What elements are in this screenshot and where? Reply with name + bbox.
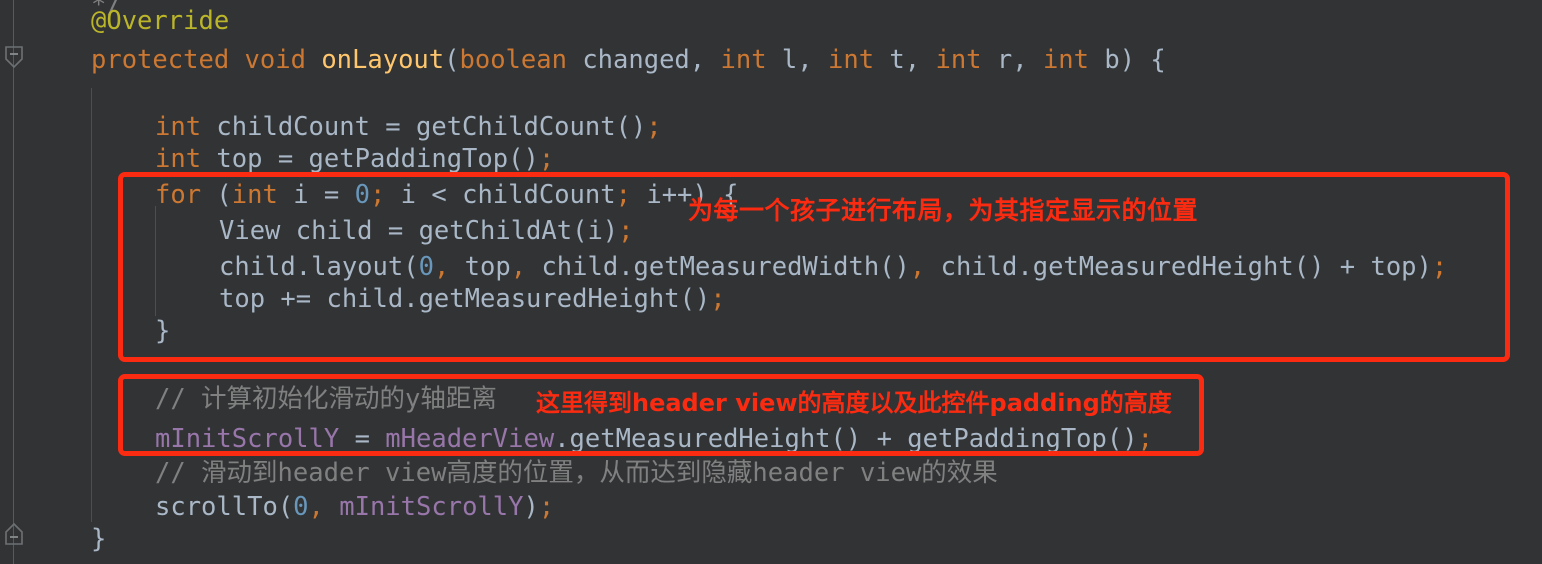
code-token: scrollTo( — [155, 492, 294, 522]
code-token: b) { — [1089, 45, 1166, 75]
code-line[interactable]: mInitScrollY = mHeaderView.getMeasuredHe… — [0, 421, 1153, 458]
code-token: // 计算初始化滑动的y轴距离 — [155, 384, 497, 414]
code-token: , — [308, 492, 324, 522]
code-token: mInitScrollY — [339, 492, 524, 522]
code-token: } — [91, 524, 107, 554]
code-token: , — [909, 252, 926, 282]
annotation-note-header-height: 这里得到header view的高度以及此控件padding的高度 — [536, 389, 1172, 417]
code-token: mInitScrollY — [155, 424, 340, 454]
fold-marker-collapse-bottom[interactable] — [3, 521, 25, 547]
gutter-vertical-rule — [13, 0, 14, 564]
code-line[interactable]: @Override — [0, 3, 229, 40]
code-token: // 滑动到header view高度的位置，从而达到隐藏header view… — [155, 458, 998, 488]
code-token: l, — [766, 45, 828, 75]
code-token: void — [244, 45, 306, 75]
indent-guide-for-body — [155, 206, 156, 316]
code-token: top += child.getMeasuredHeight() — [219, 284, 711, 314]
code-token: top = getPaddingTop() — [201, 144, 539, 174]
code-token: changed, — [566, 45, 721, 75]
code-line[interactable]: // 滑动到header view高度的位置，从而达到隐藏header view… — [0, 455, 998, 492]
code-token: .getMeasuredHeight() + getPaddingTop() — [554, 424, 1138, 454]
code-token: for — [155, 180, 202, 210]
code-token: 0 — [418, 252, 434, 282]
code-token: int — [155, 112, 202, 142]
code-token: ; — [538, 144, 555, 174]
code-token: ( — [444, 45, 460, 75]
fold-marker-collapse-top[interactable] — [3, 44, 25, 70]
code-token: int — [720, 45, 767, 75]
code-token: protected — [91, 45, 230, 75]
code-token: , — [433, 252, 450, 282]
code-token: = — [339, 424, 386, 454]
code-token: 0 — [354, 180, 370, 210]
code-token: ; — [615, 180, 631, 210]
code-token: mHeaderView — [385, 424, 555, 454]
code-token: t, — [874, 45, 936, 75]
code-token: } — [155, 316, 171, 346]
code-editor-view[interactable]: */@Override protected void onLayout(boole… — [0, 0, 1542, 564]
code-token: int — [231, 180, 278, 210]
code-token: ; — [1431, 252, 1448, 282]
code-token: ; — [710, 284, 726, 314]
code-token: childCount = getChildCount() — [201, 112, 647, 142]
code-line[interactable]: int top = getPaddingTop(); — [0, 141, 554, 178]
indent-guide-outer — [91, 88, 92, 522]
annotation-note-layout-children: 为每一个孩子进行布局，为其指定显示的位置 — [688, 196, 1199, 225]
code-line[interactable]: View child = getChildAt(i); — [0, 213, 634, 250]
code-token: View child = getChildAt(i) — [219, 216, 619, 246]
code-token: ) — [523, 492, 539, 522]
code-token: top — [449, 252, 511, 282]
code-token: child.getMeasuredHeight() + top) — [925, 252, 1432, 282]
code-token: boolean — [459, 45, 567, 75]
code-token: int — [155, 144, 202, 174]
code-token: ; — [538, 492, 555, 522]
code-token: child.getMeasuredWidth() — [526, 252, 910, 282]
code-token: i < childCount — [385, 180, 616, 210]
code-token: int — [935, 45, 982, 75]
code-line[interactable]: protected void onLayout(boolean changed,… — [0, 42, 1166, 79]
code-token: i = — [277, 180, 355, 210]
code-token: @Override — [91, 6, 230, 36]
code-token: ; — [369, 180, 386, 210]
code-token: int — [1042, 45, 1090, 75]
code-line[interactable]: for (int i = 0; i < childCount; i++) { — [0, 177, 738, 214]
code-token: child.layout( — [219, 252, 419, 282]
editor-gutter — [0, 0, 30, 564]
code-token: r, — [981, 45, 1043, 75]
code-token: , — [510, 252, 527, 282]
code-line[interactable]: // 计算初始化滑动的y轴距离 — [0, 381, 497, 418]
code-token: onLayout — [321, 45, 445, 75]
code-token: ; — [1137, 424, 1153, 454]
code-token: 0 — [293, 492, 309, 522]
code-token: int — [827, 45, 875, 75]
code-token: ( — [201, 180, 232, 210]
code-content[interactable]: */@Override protected void onLayout(boole… — [0, 0, 1542, 564]
code-token: ; — [618, 216, 634, 246]
code-token: ; — [646, 112, 662, 142]
